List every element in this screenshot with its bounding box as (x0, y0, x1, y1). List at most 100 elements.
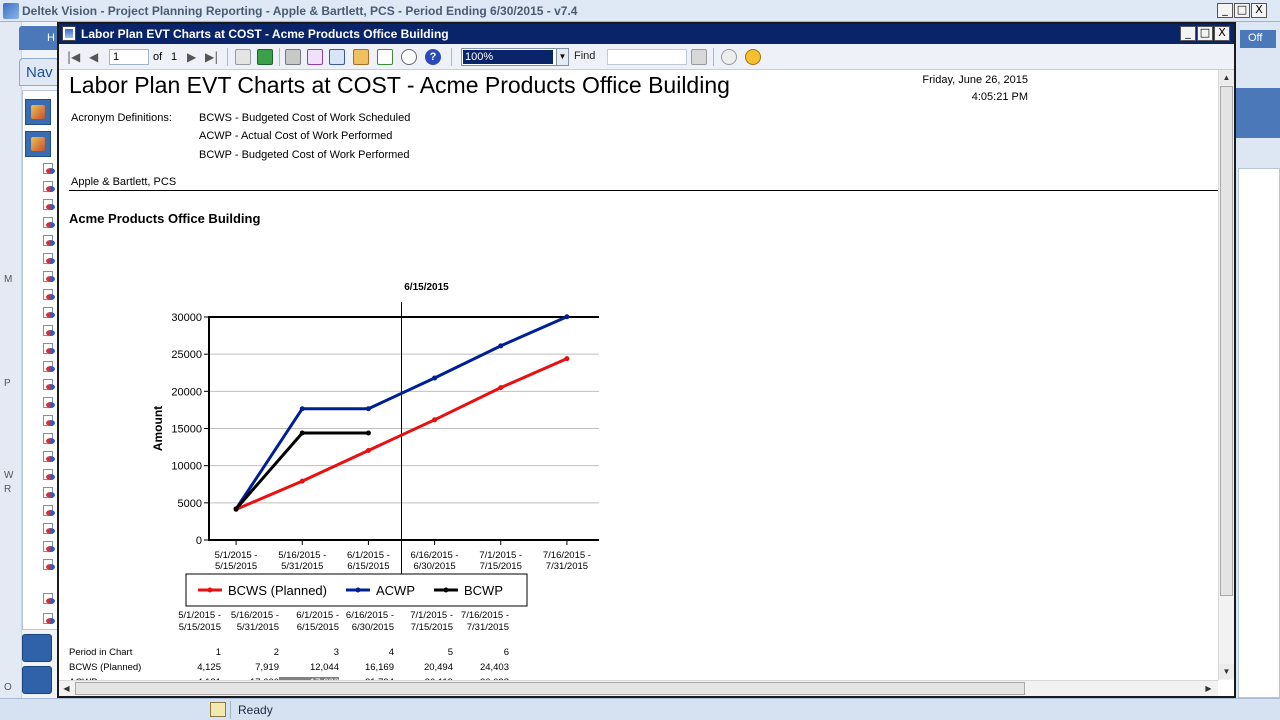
report-item-icon[interactable] (43, 523, 55, 535)
report-item-icon[interactable] (43, 559, 55, 571)
document-map-icon[interactable] (377, 49, 393, 65)
home-tab-label: H (47, 32, 55, 44)
hardhat-tool-icon[interactable] (22, 634, 52, 662)
report-item-icon[interactable] (43, 361, 55, 373)
report-item-icon[interactable] (43, 199, 55, 211)
export-icon[interactable] (353, 49, 369, 65)
print-icon[interactable] (285, 49, 301, 65)
legend-label: ACWP (376, 583, 415, 598)
search-icon[interactable] (401, 49, 417, 65)
period-marker-label: 6/15/2015 (404, 282, 449, 293)
smiley-icon[interactable] (745, 49, 761, 65)
zoom-icon[interactable] (721, 49, 737, 65)
help-icon[interactable]: ? (425, 49, 441, 65)
reports-folder-icon[interactable] (25, 99, 51, 125)
report-item-icon[interactable] (43, 253, 55, 265)
acronym-bcws: BCWS - Budgeted Cost of Work Scheduled (199, 112, 411, 124)
data-point (299, 478, 305, 484)
left-edge-strip: M P W R O (0, 22, 22, 698)
app-maximize-button[interactable]: □ (1234, 3, 1250, 18)
table-cell: 12,044 (309, 662, 339, 673)
table-column-header: 7/16/2015 - 7/31/2015 (460, 610, 509, 633)
first-page-icon[interactable]: |◀ (67, 49, 80, 65)
tools-icon[interactable] (22, 666, 52, 694)
chevron-down-icon[interactable]: ▼ (556, 49, 568, 65)
charts-folder-icon[interactable] (25, 131, 51, 157)
y-tick-label: 0 (196, 535, 202, 547)
find-label: Find (574, 50, 596, 62)
acronym-definitions-label: Acronym Definitions: (71, 112, 172, 124)
find-input[interactable] (607, 49, 687, 65)
report-item-icon[interactable] (43, 451, 55, 463)
table-column-header: 5/16/2015 - 5/31/2015 (230, 610, 279, 633)
report-item-icon[interactable] (43, 307, 55, 319)
x-tick-label: 6/30/2015 (413, 561, 455, 572)
report-item-icon[interactable] (43, 541, 55, 553)
table-cell: 16,169 (364, 662, 394, 673)
vertical-scrollbar[interactable]: ▲ ▼ (1218, 70, 1234, 680)
report-item-icon[interactable] (43, 235, 55, 247)
report-item-icon[interactable] (43, 613, 55, 625)
report-item-icon[interactable] (43, 487, 55, 499)
scroll-left-icon[interactable]: ◀ (59, 681, 74, 696)
report-item-icon[interactable] (43, 433, 55, 445)
report-item-icon[interactable] (43, 343, 55, 355)
report-item-icon[interactable] (43, 289, 55, 301)
navigator-tab[interactable]: Nav (19, 58, 59, 86)
y-tick-label: 5000 (178, 498, 202, 510)
zoom-select[interactable]: 100% ▼ (461, 48, 569, 66)
right-off-button[interactable]: Off (1240, 30, 1276, 48)
report-item-icon[interactable] (43, 469, 55, 481)
page-setup-icon[interactable] (329, 49, 345, 65)
report-minimize-button[interactable]: _ (1180, 26, 1196, 41)
report-window-title: Labor Plan EVT Charts at COST - Acme Pro… (81, 27, 449, 41)
report-title: Labor Plan EVT Charts at COST - Acme Pro… (69, 72, 730, 98)
next-page-icon[interactable]: ▶ (187, 49, 196, 65)
report-item-icon[interactable] (43, 181, 55, 193)
report-item-icon[interactable] (43, 325, 55, 337)
last-page-icon[interactable]: ▶| (205, 49, 218, 65)
vertical-scroll-thumb[interactable] (1220, 86, 1233, 596)
y-tick-label: 20000 (171, 386, 202, 398)
x-tick-label: 7/15/2015 (480, 561, 522, 572)
left-tick: O (4, 682, 12, 693)
x-tick-label: 6/1/2015 - (347, 550, 390, 561)
data-point (365, 406, 371, 412)
evt-line-chart: 0 5000 10000 15000 20000 25000 30000 5/1/2015 -… (151, 282, 599, 607)
report-item-icon[interactable] (43, 163, 55, 175)
report-item-icon[interactable] (43, 379, 55, 391)
report-close-button[interactable]: X (1214, 26, 1230, 41)
table-column-header: 6/16/2015 - 6/30/2015 (345, 610, 394, 633)
prev-page-icon[interactable]: ◀ (89, 49, 98, 65)
table-row-label: Period in Chart (69, 647, 133, 658)
report-item-icon[interactable] (43, 415, 55, 427)
report-item-icon[interactable] (43, 271, 55, 283)
report-item-icon[interactable] (43, 397, 55, 409)
horizontal-scrollbar[interactable]: ◀ ▶ (59, 680, 1218, 696)
find-next-icon[interactable] (691, 49, 707, 65)
report-item-icon[interactable] (43, 217, 55, 229)
notes-icon (210, 702, 226, 717)
report-item-icon[interactable] (43, 505, 55, 517)
report-item-icon[interactable] (43, 593, 55, 605)
home-tab[interactable]: H (19, 26, 59, 50)
x-tick-label: 6/15/2015 (347, 561, 389, 572)
horizontal-scroll-thumb[interactable] (75, 682, 1025, 695)
scroll-down-icon[interactable]: ▼ (1219, 664, 1234, 679)
chart-title: Acme Products Office Building (69, 211, 261, 226)
report-maximize-button[interactable]: □ (1197, 26, 1213, 41)
report-toolbar: |◀ ◀ 1 of 1 ▶ ▶| ? 100% ▼ Find (59, 44, 1234, 70)
page-number-input[interactable]: 1 (109, 49, 149, 65)
app-minimize-button[interactable]: _ (1217, 3, 1233, 18)
x-tick-label: 5/16/2015 - (278, 550, 326, 561)
app-close-button[interactable]: X (1251, 3, 1267, 18)
y-axis-label: Amount (151, 406, 165, 451)
app-titlebar: Deltek Vision - Project Planning Reporti… (0, 0, 1280, 22)
legend-label: BCWS (Planned) (228, 583, 327, 598)
print-layout-icon[interactable] (307, 49, 323, 65)
scroll-up-icon[interactable]: ▲ (1219, 70, 1234, 85)
stop-icon[interactable] (235, 49, 251, 65)
y-tick-label: 15000 (171, 424, 202, 436)
scroll-right-icon[interactable]: ▶ (1201, 681, 1216, 696)
refresh-icon[interactable] (257, 49, 273, 65)
